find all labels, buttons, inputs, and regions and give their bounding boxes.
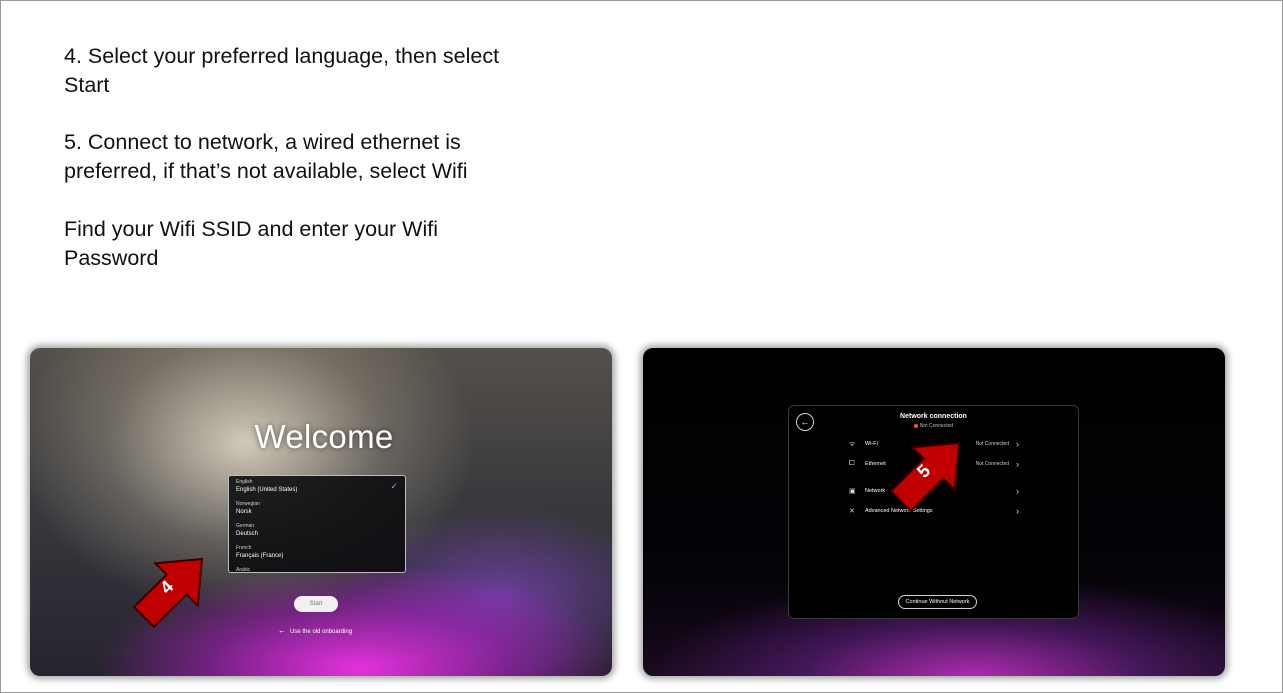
chevron-right-icon: › — [1016, 486, 1019, 496]
language-option-english[interactable]: English English (United States) ✓ — [229, 477, 405, 498]
start-button[interactable]: Start — [294, 596, 338, 612]
language-list[interactable]: English English (United States) ✓ Norweg… — [228, 475, 406, 573]
check-icon: ✓ — [390, 481, 398, 491]
network-row-value: Not Connected — [975, 441, 1009, 447]
language-label: Norwegian — [236, 501, 260, 507]
language-option-german[interactable]: German Deutsch — [229, 521, 405, 542]
network-screenshot: ← Network connection Not Connected ᯤ Wi-… — [643, 348, 1225, 676]
language-native-name: Deutsch — [236, 531, 259, 537]
old-onboarding-link[interactable]: ← Use the old onboarding — [278, 626, 352, 635]
network-row-value: Not Connected — [975, 461, 1009, 467]
network-icon: ▣ — [849, 488, 856, 495]
step-4-text: 4. Select your preferred language, then … — [64, 44, 500, 97]
step-5-text: 5. Connect to network, a wired ethernet … — [64, 130, 468, 184]
network-title: Network connection — [900, 413, 967, 420]
language-native-name: Français (France) — [236, 553, 284, 559]
language-native-name: Norsk — [236, 509, 252, 515]
language-label: English — [236, 479, 253, 485]
network-row-label: Wi-Fi — [865, 441, 878, 447]
wifi-note-text: Find your Wifi SSID and enter your Wifi … — [64, 216, 438, 270]
callout-arrow-4: 4 — [126, 544, 221, 632]
old-onboarding-label: Use the old onboarding — [290, 629, 353, 635]
language-option-arabic[interactable]: Arabic — [229, 565, 405, 573]
chevron-right-icon: › — [1016, 459, 1019, 469]
arrow-left-icon: ← — [278, 626, 286, 635]
instructions-text: 4. Select your preferred language, then … — [64, 42, 534, 301]
tools-icon: ✕ — [849, 508, 855, 515]
welcome-screenshot: Welcome English English (United States) … — [30, 348, 612, 676]
language-option-norwegian[interactable]: Norwegian Norsk — [229, 499, 405, 520]
language-option-french[interactable]: French Français (France) — [229, 543, 405, 564]
welcome-title: Welcome — [254, 418, 394, 455]
language-label: German — [236, 523, 255, 529]
language-label: Arabic — [236, 567, 251, 573]
wifi-icon: ᯤ — [849, 441, 856, 448]
callout-arrow-5: 5 — [883, 428, 978, 516]
chevron-right-icon: › — [1016, 506, 1019, 516]
ethernet-icon: ⧠ — [849, 460, 855, 467]
continue-without-network-button[interactable]: Continue Without Network — [898, 595, 977, 609]
slide: 4. Select your preferred language, then … — [0, 0, 1283, 693]
language-native-name: English (United States) — [236, 487, 298, 493]
language-label: French — [236, 545, 252, 551]
chevron-right-icon: › — [1016, 439, 1019, 449]
